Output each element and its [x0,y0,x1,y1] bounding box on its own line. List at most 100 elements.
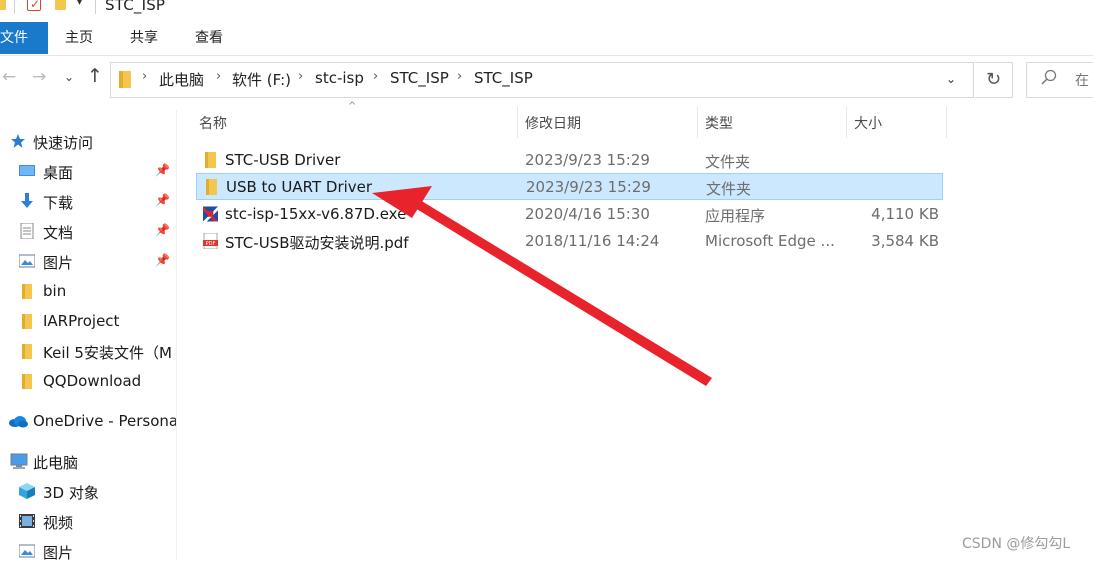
file-name: STC-USB Driver [225,151,341,169]
sidebar-item-pictures[interactable]: 图片 📌 [0,246,176,276]
breadcrumb-separator[interactable]: › [216,69,221,84]
pin-icon[interactable]: 📌 [155,223,170,237]
document-icon [20,223,34,239]
column-divider[interactable] [846,106,847,138]
cloud-icon [9,416,28,428]
checkmark-icon: ✓ [30,0,41,11]
sidebar-item-desktop[interactable]: 桌面 📌 [0,156,176,186]
refresh-icon: ↻ [986,69,1002,90]
column-divider[interactable] [697,106,698,138]
column-divider[interactable] [946,106,947,138]
column-header-date[interactable]: 修改日期 [525,113,581,133]
breadcrumb-separator[interactable]: › [298,69,303,84]
file-date: 2023/9/23 15:29 [526,178,651,196]
column-header-name[interactable]: 名称 [199,113,227,133]
folder-icon[interactable] [0,0,6,10]
title-bar: ✓ ▾ STC_ISP [0,0,1093,16]
file-size: 3,584 KB [871,232,939,250]
new-folder-icon[interactable] [55,0,66,10]
file-name: STC-USB驱动安装说明.pdf [225,234,409,252]
sidebar-item-label: Keil 5安装文件（M [43,344,172,362]
breadcrumb-stc-isp[interactable]: stc-isp [315,69,364,87]
computer-icon [10,453,28,469]
breadcrumb-drive-f[interactable]: 软件 (F:) [232,69,291,90]
search-icon [1041,69,1057,85]
file-date: 2020/4/16 15:30 [525,205,650,223]
tab-view[interactable]: 查看 [195,22,223,54]
download-icon [21,193,33,208]
toolbar-divider [14,0,15,14]
sidebar-item-downloads[interactable]: 下载 📌 [0,186,176,216]
search-placeholder: 在 [1075,73,1089,89]
navigation-pane: 快速访问 桌面 📌 下载 📌 文档 📌 图片 📌 bin IARProject … [0,110,177,562]
folder-icon [206,179,217,195]
pin-icon[interactable]: 📌 [155,163,170,177]
folder-icon [22,374,32,389]
pdf-icon: PDF [203,233,218,249]
sidebar-item-label: 此电脑 [33,454,79,472]
svg-text:PDF: PDF [206,241,216,247]
file-date: 2023/9/23 15:29 [525,151,650,169]
file-size: 4,110 KB [871,205,939,223]
pin-icon[interactable]: 📌 [155,253,170,267]
file-type: 文件夹 [706,180,752,198]
column-divider[interactable] [517,106,518,138]
sidebar-item-this-pc[interactable]: 此电脑 [0,446,176,476]
sidebar-item-3d-objects[interactable]: 3D 对象 [0,476,176,506]
sidebar-item-bin[interactable]: bin [0,276,176,306]
file-row-stc-usb-pdf[interactable]: PDF STC-USB驱动安装说明.pdf 2018/11/16 14:24 M… [196,228,943,255]
sidebar-item-iarproject[interactable]: IARProject [0,306,176,336]
breadcrumb-stc-isp-current[interactable]: STC_ISP [474,69,533,87]
sidebar-item-label: 快速访问 [33,134,94,152]
file-row-usb-to-uart-driver[interactable]: USB to UART Driver 2023/9/23 15:29 文件夹 [196,173,943,200]
file-row-stc-isp-exe[interactable]: stc-isp-15xx-v6.87D.exe 2020/4/16 15:30 … [196,201,943,228]
file-type: Microsoft Edge ... [705,232,835,250]
folder-icon [205,152,216,168]
tab-file[interactable]: 文件 [0,22,48,54]
quick-access-dropdown[interactable]: ▾ [77,0,82,8]
sidebar-item-documents[interactable]: 文档 📌 [0,216,176,246]
cube-icon [19,483,35,499]
sidebar-item-keil[interactable]: Keil 5安装文件（M [0,336,176,366]
file-date: 2018/11/16 14:24 [525,232,660,250]
chevron-down-icon[interactable]: ⌄ [946,72,956,86]
sidebar-item-pictures-pc[interactable]: 图片 [0,536,176,566]
file-type: 应用程序 [705,207,766,225]
recent-locations-chevron-icon[interactable]: ⌄ [64,70,74,84]
column-header-type[interactable]: 类型 [705,113,733,133]
navigation-bar: ← → ⌄ ↑ › 此电脑 › 软件 (F:) › stc-isp › STC_… [0,56,1093,102]
folder-icon [22,314,32,329]
sidebar-item-label: IARProject [43,312,120,330]
sidebar-item-label: QQDownload [43,372,142,390]
tab-share[interactable]: 共享 [130,22,158,54]
star-icon [11,134,25,148]
sort-ascending-icon: ^ [348,101,357,112]
tab-home[interactable]: 主页 [65,22,93,54]
ribbon-tabs: 文件 主页 共享 查看 [0,22,1093,56]
breadcrumb-separator[interactable]: › [373,69,378,84]
sidebar-item-onedrive[interactable]: OneDrive - Persona [0,406,176,436]
sidebar-item-quick-access[interactable]: 快速访问 [0,126,176,156]
window-title: STC_ISP [105,0,166,14]
forward-arrow-icon[interactable]: → [32,67,46,87]
toolbar-divider [95,0,96,14]
breadcrumb-separator[interactable]: › [142,69,147,84]
breadcrumb-this-pc[interactable]: 此电脑 [159,69,204,90]
sidebar-item-label: bin [43,282,67,300]
pin-icon[interactable]: 📌 [155,193,170,207]
watermark: CSDN @修勾勾L [962,536,1071,552]
breadcrumb-separator[interactable]: › [457,69,462,84]
breadcrumb-stc-isp-folder[interactable]: STC_ISP [390,69,449,87]
sidebar-item-qqdownload[interactable]: QQDownload [0,366,176,396]
sidebar-item-label: 图片 [43,254,74,272]
sidebar-item-videos[interactable]: 视频 [0,506,176,536]
file-type: 文件夹 [705,153,751,171]
file-row-stc-usb-driver[interactable]: STC-USB Driver 2023/9/23 15:29 文件夹 [196,147,943,174]
column-header-size[interactable]: 大小 [854,113,882,133]
folder-icon [119,71,131,88]
video-icon [19,514,35,528]
desktop-icon [19,165,35,176]
folder-icon [22,344,32,359]
up-arrow-icon[interactable]: ↑ [87,65,103,87]
back-arrow-icon[interactable]: ← [2,67,16,87]
